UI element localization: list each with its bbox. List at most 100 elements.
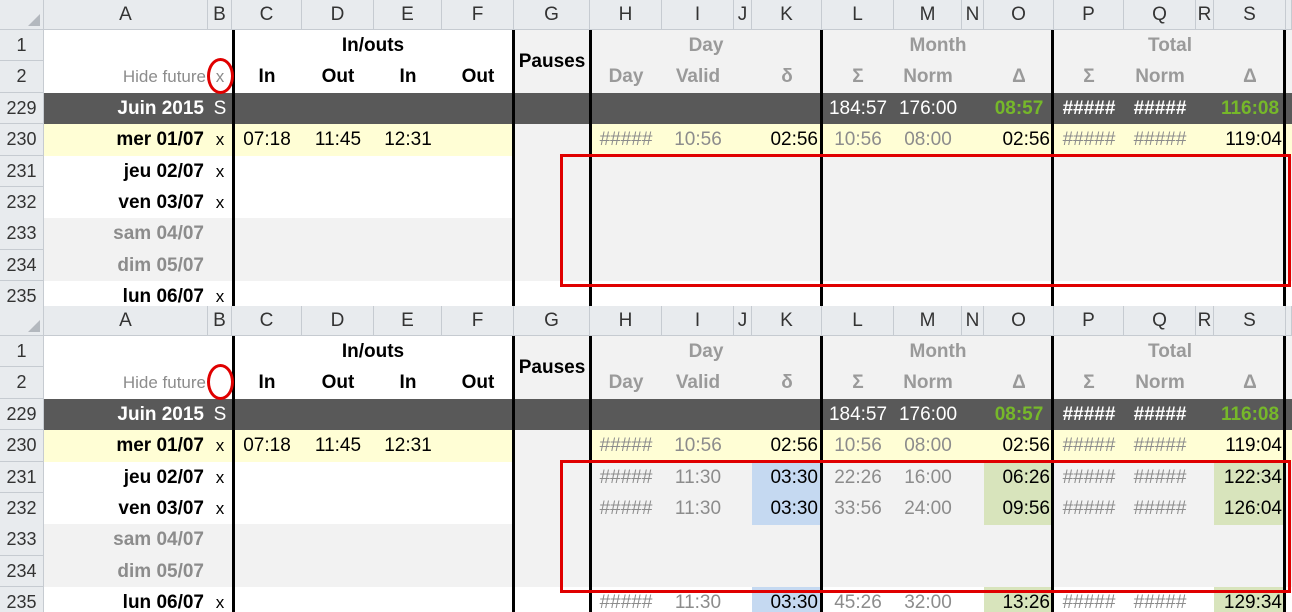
row-header-229[interactable]: 229: [0, 399, 44, 430]
column-header-d[interactable]: D: [302, 0, 374, 30]
row-flag-cell[interactable]: x: [208, 587, 232, 612]
row-header-229[interactable]: 229: [0, 93, 44, 124]
row-header-235[interactable]: 235: [0, 587, 44, 612]
day-total-cell[interactable]: #####: [590, 124, 662, 156]
row-header-2[interactable]: 2: [0, 367, 44, 399]
day-delta-cell[interactable]: 02:56: [752, 124, 822, 156]
column-header-k[interactable]: K: [752, 0, 822, 30]
column-header-g[interactable]: G: [514, 306, 590, 336]
column-header-p[interactable]: P: [1054, 0, 1124, 30]
month-delta-cell[interactable]: 02:56: [984, 430, 1054, 462]
column-header-l[interactable]: L: [822, 306, 894, 336]
column-header-s[interactable]: S: [1214, 306, 1286, 336]
date-cell[interactable]: lun 06/07: [44, 587, 208, 612]
time-in2-cell[interactable]: 12:31: [374, 430, 442, 462]
row-header-232[interactable]: 232: [0, 187, 44, 219]
month-sum-cell[interactable]: 10:56: [822, 430, 894, 462]
date-cell[interactable]: mer 01/07: [44, 430, 208, 462]
column-header-n[interactable]: N: [962, 306, 984, 336]
row-header-1[interactable]: 1: [0, 30, 44, 61]
column-header-m[interactable]: M: [894, 306, 962, 336]
row-flag-cell[interactable]: x: [208, 187, 232, 219]
month-norm-cell[interactable]: 08:00: [894, 430, 962, 462]
column-header-a[interactable]: A: [44, 0, 208, 30]
time-out1-cell[interactable]: 11:45: [302, 430, 374, 462]
row-header-234[interactable]: 234: [0, 556, 44, 587]
row-header-230[interactable]: 230: [0, 124, 44, 156]
row-header-233[interactable]: 233: [0, 218, 44, 250]
row-header-234[interactable]: 234: [0, 250, 44, 281]
column-header-i[interactable]: I: [662, 0, 734, 30]
column-header-l[interactable]: L: [822, 0, 894, 30]
date-cell[interactable]: dim 05/07: [44, 556, 208, 587]
month-delta-cell[interactable]: 02:56: [984, 124, 1054, 156]
column-header-h[interactable]: H: [590, 306, 662, 336]
column-header-k[interactable]: K: [752, 306, 822, 336]
time-in2-cell[interactable]: 12:31: [374, 124, 442, 156]
column-header-m[interactable]: M: [894, 0, 962, 30]
column-header-n[interactable]: N: [962, 0, 984, 30]
column-header-q[interactable]: Q: [1124, 306, 1196, 336]
column-header-q[interactable]: Q: [1124, 0, 1196, 30]
total-sum-cell[interactable]: #####: [1054, 124, 1124, 156]
select-all-corner[interactable]: [0, 306, 44, 336]
day-valid-cell[interactable]: 10:56: [662, 430, 734, 462]
column-header-s[interactable]: S: [1214, 0, 1286, 30]
total-norm-cell[interactable]: #####: [1124, 124, 1196, 156]
row-flag-cell[interactable]: x: [208, 124, 232, 156]
column-header-j[interactable]: J: [734, 0, 752, 30]
row-header-230[interactable]: 230: [0, 430, 44, 462]
time-out1-cell[interactable]: 11:45: [302, 124, 374, 156]
row-header-232[interactable]: 232: [0, 493, 44, 525]
date-cell[interactable]: mer 01/07: [44, 124, 208, 156]
day-valid-cell[interactable]: 10:56: [662, 124, 734, 156]
row-header-231[interactable]: 231: [0, 156, 44, 187]
column-header-f[interactable]: F: [442, 306, 514, 336]
row-header-231[interactable]: 231: [0, 462, 44, 493]
column-header-o[interactable]: O: [984, 0, 1054, 30]
date-cell[interactable]: sam 04/07: [44, 218, 208, 250]
column-header-o[interactable]: O: [984, 306, 1054, 336]
column-header-a[interactable]: A: [44, 306, 208, 336]
column-header-f[interactable]: F: [442, 0, 514, 30]
time-in1-cell[interactable]: 07:18: [232, 124, 302, 156]
row-header-235[interactable]: 235: [0, 281, 44, 306]
day-delta-cell[interactable]: 02:56: [752, 430, 822, 462]
row-header-233[interactable]: 233: [0, 524, 44, 556]
column-header-j[interactable]: J: [734, 306, 752, 336]
date-cell[interactable]: ven 03/07: [44, 187, 208, 219]
column-header-b[interactable]: B: [208, 0, 232, 30]
row-flag-cell[interactable]: x: [208, 281, 232, 306]
date-cell[interactable]: jeu 02/07: [44, 462, 208, 493]
row-flag-cell[interactable]: x: [208, 462, 232, 493]
column-header-h[interactable]: H: [590, 0, 662, 30]
row-header-2[interactable]: 2: [0, 61, 44, 93]
column-header-i[interactable]: I: [662, 306, 734, 336]
column-header-c[interactable]: C: [232, 0, 302, 30]
select-all-corner[interactable]: [0, 0, 44, 30]
time-in1-cell[interactable]: 07:18: [232, 430, 302, 462]
date-cell[interactable]: lun 06/07: [44, 281, 208, 307]
row-flag-cell[interactable]: x: [208, 156, 232, 187]
row-flag-cell[interactable]: x: [208, 493, 232, 525]
date-cell[interactable]: jeu 02/07: [44, 156, 208, 187]
month-sum-cell[interactable]: 10:56: [822, 124, 894, 156]
month-norm-cell[interactable]: 08:00: [894, 124, 962, 156]
column-header-g[interactable]: G: [514, 0, 590, 30]
column-header-r[interactable]: R: [1196, 306, 1214, 336]
total-delta-cell[interactable]: 119:04: [1214, 124, 1286, 156]
total-sum-cell[interactable]: #####: [1054, 430, 1124, 462]
date-cell[interactable]: sam 04/07: [44, 524, 208, 556]
column-header-e[interactable]: E: [374, 0, 442, 30]
column-header-r[interactable]: R: [1196, 0, 1214, 30]
total-delta-cell[interactable]: 119:04: [1214, 430, 1286, 462]
day-total-cell[interactable]: #####: [590, 430, 662, 462]
column-header-p[interactable]: P: [1054, 306, 1124, 336]
row-flag-cell[interactable]: x: [208, 430, 232, 462]
column-header-c[interactable]: C: [232, 306, 302, 336]
total-norm-cell[interactable]: #####: [1124, 430, 1196, 462]
column-header-b[interactable]: B: [208, 306, 232, 336]
column-header-e[interactable]: E: [374, 306, 442, 336]
row-header-1[interactable]: 1: [0, 336, 44, 367]
date-cell[interactable]: dim 05/07: [44, 250, 208, 281]
